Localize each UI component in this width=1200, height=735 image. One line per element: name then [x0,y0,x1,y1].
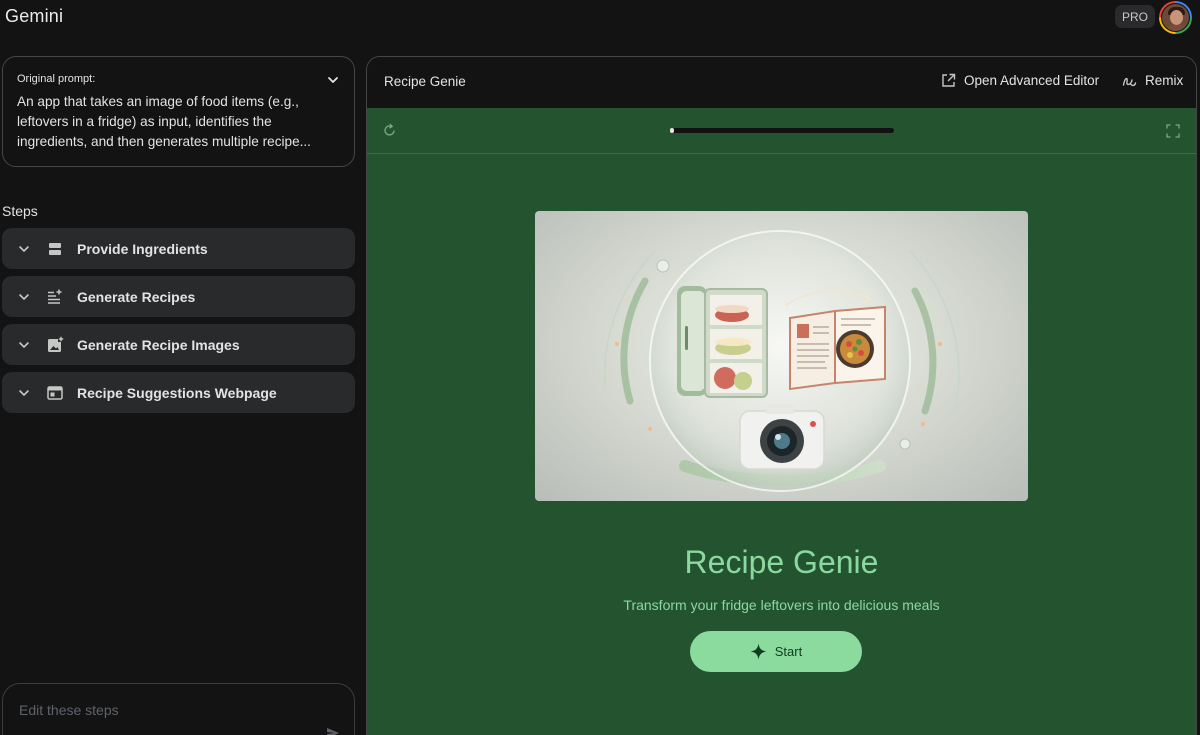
edit-steps-box [2,683,355,735]
preview-panel: Recipe Genie Open Advanced Editor Remix [366,56,1197,735]
preview-toolbar [367,108,1196,154]
fullscreen-icon[interactable] [1166,124,1180,138]
chevron-down-icon[interactable] [17,338,31,352]
fridge-recipe-camera-illustration [603,230,960,492]
pro-badge: PRO [1115,5,1155,28]
prompt-text: An app that takes an image of food items… [17,94,311,149]
step-generate-recipes[interactable]: Generate Recipes [2,276,355,317]
sparkle-icon [750,643,767,660]
step-generate-recipe-images[interactable]: Generate Recipe Images [2,324,355,365]
refresh-icon[interactable] [382,123,397,138]
remix-button[interactable]: Remix [1122,73,1183,88]
preview-title: Recipe Genie [384,74,466,89]
preview-header: Recipe Genie Open Advanced Editor Remix [367,57,1196,108]
original-prompt-card[interactable]: Original prompt: An app that takes an im… [2,56,355,167]
start-button[interactable]: Start [690,631,862,672]
app-preview-canvas: Recipe Genie Transform your fridge lefto… [367,154,1196,735]
chevron-down-icon[interactable] [17,290,31,304]
step-recipe-suggestions-webpage[interactable]: Recipe Suggestions Webpage [2,372,355,413]
send-icon[interactable] [326,726,340,735]
open-advanced-editor-label: Open Advanced Editor [964,73,1100,88]
chevron-down-icon[interactable] [17,242,31,256]
prompt-label: Original prompt: [17,73,96,85]
image-add-icon [48,335,64,352]
open-advanced-editor-button[interactable]: Open Advanced Editor [941,73,1099,88]
step-label: Generate Recipes [77,288,196,305]
ingredients-icon [49,242,61,255]
hero-illustration [535,211,1028,501]
web-page-icon [47,385,63,400]
chevron-down-icon[interactable] [17,386,31,400]
remix-label: Remix [1145,73,1184,88]
avatar[interactable] [1159,1,1192,34]
edit-steps-input[interactable] [19,702,319,718]
remix-icon [1122,77,1137,87]
app-subtitle: Transform your fridge leftovers into del… [623,597,940,613]
step-label: Recipe Suggestions Webpage [77,384,277,401]
step-label: Provide Ingredients [77,240,208,257]
loading-progress-bar [670,128,894,133]
app-title[interactable]: Gemini [5,6,63,27]
chevron-down-icon[interactable] [326,73,340,87]
start-label: Start [774,644,803,659]
list-sparkle-icon [48,289,62,304]
steps-heading: Steps [2,203,38,219]
app-title-heading: Recipe Genie [684,544,879,580]
step-label: Generate Recipe Images [77,336,240,353]
open-external-icon [942,73,956,87]
step-provide-ingredients[interactable]: Provide Ingredients [2,228,355,269]
